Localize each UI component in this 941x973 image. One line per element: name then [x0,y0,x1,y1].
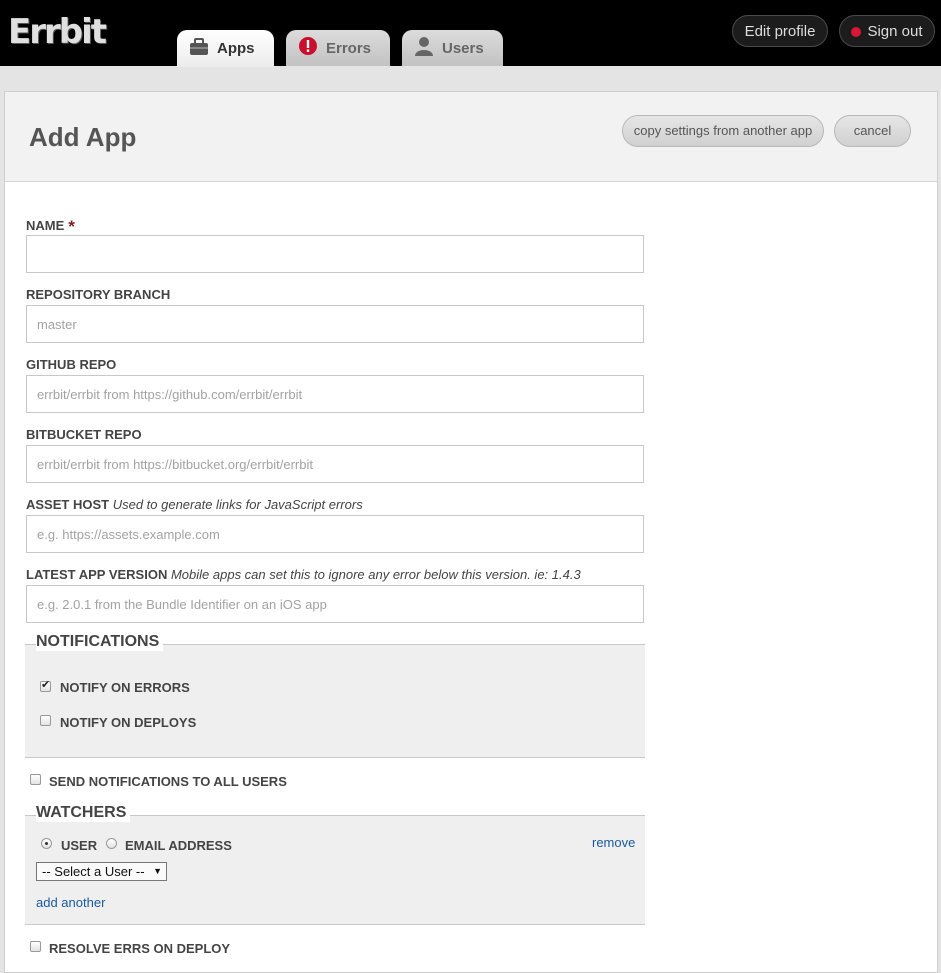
repository-branch-label: REPOSITORY BRANCH [26,287,171,302]
main-panel: Add App copy settings from another app c… [4,91,938,973]
cancel-button[interactable]: cancel [834,115,911,147]
notify-on-deploys-checkbox[interactable] [40,715,51,726]
notify-on-deploys-label[interactable]: NOTIFY ON DEPLOYS [60,715,196,730]
sign-out-button[interactable]: Sign out [839,15,935,47]
tab-users[interactable]: Users [402,30,503,66]
briefcase-icon [189,37,209,60]
user-icon [414,36,434,60]
remove-watcher-link[interactable]: remove [592,835,635,850]
edit-profile-button[interactable]: Edit profile [732,15,828,47]
notifications-legend: NOTIFICATIONS [36,633,164,651]
notify-on-errors-checkbox[interactable] [40,678,51,692]
exclamation-icon [298,36,318,60]
watcher-user-label[interactable]: USER [61,838,97,853]
errbit-logo[interactable]: Errbit [8,10,107,54]
watcher-user-select-value: -- Select a User -- [42,864,145,879]
asset-host-input[interactable] [26,515,644,553]
page-header: Add App copy settings from another app c… [5,92,937,182]
asset-host-hint: Used to generate links for JavaScript er… [112,497,363,512]
watcher-email-label[interactable]: EMAIL ADDRESS [125,838,232,853]
watcher-user-select[interactable]: -- Select a User -- ▼ [36,862,167,881]
bitbucket-repo-label: BITBUCKET REPO [26,427,142,442]
tab-errors-label: Errors [326,39,372,57]
watchers-legend: WATCHERS [36,804,131,822]
page-title: Add App [29,122,137,152]
name-input[interactable] [26,235,644,273]
resolve-on-deploy-label[interactable]: RESOLVE ERRS ON DEPLOY [49,941,230,956]
watcher-email-radio[interactable] [106,838,117,849]
repository-branch-input[interactable] [26,305,644,343]
name-label: NAME * [26,217,75,236]
notifications-fieldset [25,644,645,758]
tab-users-label: Users [442,39,484,57]
latest-app-version-label: LATEST APP VERSION Mobile apps can set t… [26,567,581,582]
latest-app-version-input[interactable] [26,585,644,623]
dropdown-arrow-icon: ▼ [153,866,162,876]
asset-host-label: ASSET HOST Used to generate links for Ja… [26,497,363,512]
watcher-user-radio[interactable] [41,838,52,849]
send-to-all-users-checkbox[interactable] [30,774,41,785]
github-repo-input[interactable] [26,375,644,413]
bitbucket-repo-input[interactable] [26,445,644,483]
resolve-on-deploy-checkbox[interactable] [30,941,41,952]
sign-out-indicator-icon [851,27,862,37]
send-to-all-users-label[interactable]: SEND NOTIFICATIONS TO ALL USERS [49,774,287,789]
github-repo-label: GITHUB REPO [26,357,117,372]
top-navbar: Errbit Apps Errors Users Edit profile Si… [0,0,941,67]
notify-on-errors-label[interactable]: NOTIFY ON ERRORS [60,680,190,695]
add-another-watcher-link[interactable]: add another [36,895,105,910]
sign-out-label: Sign out [867,23,923,40]
required-mark: * [68,217,75,236]
tab-errors[interactable]: Errors [286,30,390,66]
copy-settings-button[interactable]: copy settings from another app [622,115,824,147]
latest-app-version-hint: Mobile apps can set this to ignore any e… [170,567,581,582]
tab-apps[interactable]: Apps [177,30,274,67]
tab-apps-label: Apps [217,40,255,57]
